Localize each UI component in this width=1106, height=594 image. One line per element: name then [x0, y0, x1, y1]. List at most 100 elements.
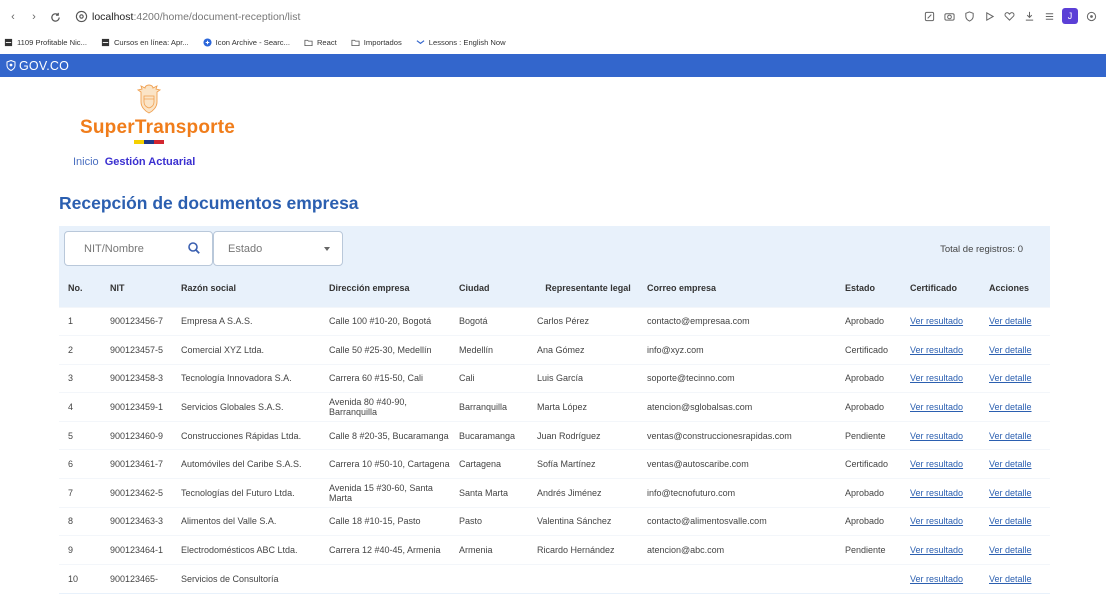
- heart-icon[interactable]: [1002, 9, 1016, 23]
- cell-ciudad: Bucaramanga: [455, 420, 533, 450]
- ver-resultado-link[interactable]: Ver resultado: [910, 373, 981, 383]
- cell-nit: 900123465-: [106, 563, 177, 593]
- table-row: 9 900123464-1 Electrodomésticos ABC Ltda…: [59, 535, 1050, 565]
- ver-resultado-link[interactable]: Ver resultado: [910, 345, 981, 355]
- cell-representante: Juan Rodríguez: [533, 420, 643, 450]
- cell-no: 4: [59, 392, 106, 422]
- cell-nit: 900123464-1: [106, 535, 177, 565]
- bookmark-2[interactable]: Cursos en línea: Apr...: [101, 38, 189, 47]
- brand-logo[interactable]: SuperTransporte: [80, 84, 235, 156]
- ver-resultado-link[interactable]: Ver resultado: [910, 431, 981, 441]
- ver-resultado-link[interactable]: Ver resultado: [910, 516, 981, 526]
- cell-acciones: Ver detalle: [985, 392, 1050, 422]
- bookmark-6[interactable]: Lessons : English Now: [416, 38, 506, 47]
- cell-certificado: Ver resultado: [906, 563, 985, 593]
- ver-detalle-link[interactable]: Ver detalle: [989, 316, 1046, 326]
- site-info-icon[interactable]: [75, 10, 88, 23]
- cell-razon-social: Alimentos del Valle S.A.: [177, 506, 325, 536]
- back-icon[interactable]: ‹: [6, 10, 20, 24]
- ver-detalle-link[interactable]: Ver detalle: [989, 373, 1046, 383]
- ver-resultado-link[interactable]: Ver resultado: [910, 402, 981, 412]
- breadcrumb-home[interactable]: Inicio: [73, 156, 99, 168]
- ver-detalle-link[interactable]: Ver detalle: [989, 516, 1046, 526]
- cell-representante: Marta López: [533, 392, 643, 422]
- cell-acciones: Ver detalle: [985, 420, 1050, 450]
- search-input[interactable]: NIT/Nombre: [64, 231, 213, 266]
- cell-ciudad: Medellín: [455, 335, 533, 365]
- cell-correo: contacto@alimentosvalle.com: [643, 506, 841, 536]
- ver-resultado-link[interactable]: Ver resultado: [910, 316, 981, 326]
- ver-detalle-link[interactable]: Ver detalle: [989, 574, 1046, 584]
- estado-select[interactable]: Estado: [213, 231, 343, 266]
- cell-direccion: Carrera 12 #40-45, Armenia: [325, 535, 455, 565]
- cell-direccion: Carrera 60 #15-50, Cali: [325, 363, 455, 393]
- download-icon[interactable]: [1022, 9, 1036, 23]
- shield-icon[interactable]: [962, 9, 976, 23]
- reload-icon[interactable]: [48, 10, 62, 24]
- col-no: No.: [68, 283, 83, 294]
- cell-acciones: Ver detalle: [985, 563, 1050, 593]
- address-bar[interactable]: localhost:4200/home/document-reception/l…: [92, 11, 300, 23]
- ver-resultado-link[interactable]: Ver resultado: [910, 545, 981, 555]
- ver-detalle-link[interactable]: Ver detalle: [989, 431, 1046, 441]
- cell-representante: Ana Gómez: [533, 335, 643, 365]
- browser-toolbar: ‹ › localhost:4200/home/document-recepti…: [0, 0, 1106, 34]
- bookmark-5[interactable]: Importados: [351, 38, 402, 47]
- gov-logo[interactable]: GOV.CO: [6, 59, 69, 73]
- cell-estado: Aprobado: [841, 363, 906, 393]
- cell-correo: info@xyz.com: [643, 335, 841, 365]
- bookmark-icon: [101, 38, 110, 47]
- gov-label: GOV.CO: [19, 58, 70, 73]
- avatar[interactable]: J: [1062, 8, 1078, 24]
- bookmark-4[interactable]: React: [304, 38, 337, 47]
- cell-estado: Aprobado: [841, 392, 906, 422]
- cell-correo: atencion@abc.com: [643, 535, 841, 565]
- menu-icon[interactable]: [1042, 9, 1056, 23]
- bookmark-1[interactable]: 1109 Profitable Nic...: [4, 38, 87, 47]
- table-row: 5 900123460-9 Construcciones Rápidas Ltd…: [59, 420, 1050, 450]
- cell-correo: ventas@construccionesrapidas.com: [643, 420, 841, 450]
- ver-detalle-link[interactable]: Ver detalle: [989, 545, 1046, 555]
- cell-acciones: Ver detalle: [985, 506, 1050, 536]
- cell-nit: 900123456-7: [106, 306, 177, 336]
- documents-table: No. NIT Razón social Dirección empresa C…: [59, 271, 1050, 593]
- cell-representante: Valentina Sánchez: [533, 506, 643, 536]
- play-icon[interactable]: [982, 9, 996, 23]
- cell-no: 8: [59, 506, 106, 536]
- breadcrumb-current[interactable]: Gestión Actuarial: [105, 156, 196, 168]
- cell-certificado: Ver resultado: [906, 506, 985, 536]
- extensions-icon[interactable]: [1084, 9, 1098, 23]
- documents-panel: NIT/Nombre Estado Total de registros: 0 …: [59, 226, 1050, 594]
- icon-archive-icon: [203, 38, 212, 47]
- share-icon[interactable]: [922, 9, 936, 23]
- cell-razon-social: Automóviles del Caribe S.A.S.: [177, 449, 325, 479]
- cell-correo: info@tecnofuturo.com: [643, 478, 841, 508]
- cell-razon-social: Tecnología Innovadora S.A.: [177, 363, 325, 393]
- ver-resultado-link[interactable]: Ver resultado: [910, 574, 981, 584]
- cell-representante: [533, 563, 643, 593]
- ver-resultado-link[interactable]: Ver resultado: [910, 459, 981, 469]
- search-icon[interactable]: [187, 241, 201, 255]
- ver-detalle-link[interactable]: Ver detalle: [989, 345, 1046, 355]
- forward-icon[interactable]: ›: [27, 10, 41, 24]
- cell-certificado: Ver resultado: [906, 392, 985, 422]
- cell-nit: 900123461-7: [106, 449, 177, 479]
- bookmark-3[interactable]: Icon Archive - Searc...: [203, 38, 290, 47]
- cell-ciudad: Santa Marta: [455, 478, 533, 508]
- cell-ciudad: [455, 563, 533, 593]
- breadcrumb: Inicio Gestión Actuarial: [73, 156, 195, 168]
- cell-certificado: Ver resultado: [906, 420, 985, 450]
- cell-no: 5: [59, 420, 106, 450]
- camera-icon[interactable]: [942, 9, 956, 23]
- ver-resultado-link[interactable]: Ver resultado: [910, 488, 981, 498]
- cell-ciudad: Cali: [455, 363, 533, 393]
- brand-name: SuperTransporte: [80, 117, 236, 138]
- cell-no: 6: [59, 449, 106, 479]
- cell-acciones: Ver detalle: [985, 363, 1050, 393]
- ver-detalle-link[interactable]: Ver detalle: [989, 488, 1046, 498]
- cell-certificado: Ver resultado: [906, 335, 985, 365]
- ver-detalle-link[interactable]: Ver detalle: [989, 402, 1046, 412]
- coat-of-arms-icon: [136, 84, 162, 114]
- ver-detalle-link[interactable]: Ver detalle: [989, 459, 1046, 469]
- table-row: 10 900123465- Servicios de Consultoría V…: [59, 563, 1050, 593]
